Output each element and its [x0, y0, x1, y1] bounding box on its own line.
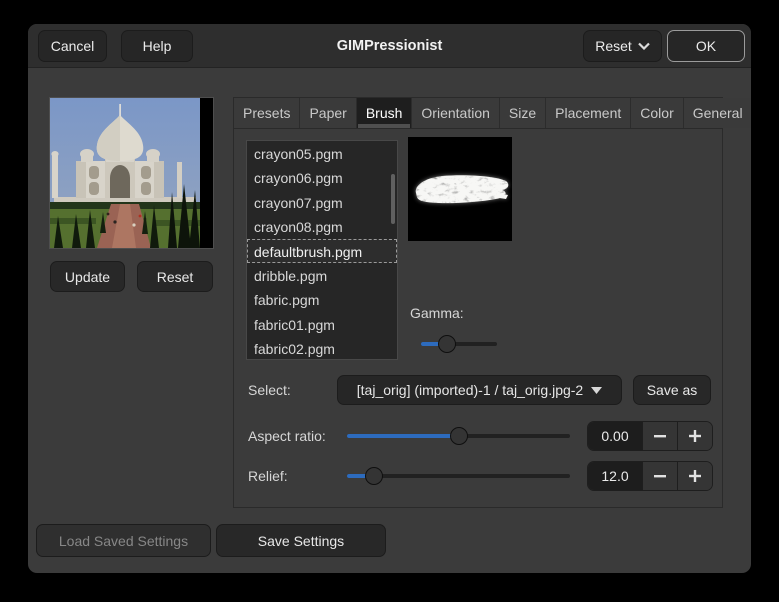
list-item[interactable]: crayon07.pgm: [247, 190, 397, 214]
tab-paper[interactable]: Paper: [300, 98, 357, 128]
tab-brush-label: Brush: [365, 105, 403, 121]
tab-bar: Presets Paper Brush Orientation Size Pla…: [234, 98, 751, 129]
ok-button[interactable]: OK: [667, 30, 745, 62]
dropdown-arrow-icon: [591, 386, 603, 394]
gamma-slider-handle[interactable]: [437, 335, 456, 353]
tab-presets[interactable]: Presets: [234, 98, 301, 128]
relief-slider[interactable]: [347, 467, 570, 485]
brush-stroke-preview: [408, 137, 512, 241]
gimpressionist-dialog: Cancel Help GIMPressionist Reset OK Upda…: [28, 24, 751, 573]
update-button[interactable]: Update: [50, 261, 125, 292]
select-label: Select:: [248, 382, 291, 398]
load-saved-settings-button: Load Saved Settings: [36, 524, 211, 557]
list-scrollbar-thumb[interactable]: [391, 174, 395, 224]
gamma-slider[interactable]: [421, 335, 497, 353]
save-as-button-label: Save as: [646, 382, 698, 398]
chevron-down-icon: [638, 42, 650, 50]
preview-reset-button-label: Reset: [156, 268, 194, 285]
list-item[interactable]: fabric02.pgm: [247, 336, 397, 359]
save-as-button[interactable]: Save as: [633, 375, 711, 405]
brush-source-dropdown-value: [taj_orig] (imported)-1 / taj_orig.jpg-2: [356, 382, 584, 398]
relief-label: Relief:: [248, 468, 288, 484]
reset-dropdown-button[interactable]: Reset: [583, 30, 662, 62]
save-settings-button[interactable]: Save Settings: [216, 524, 386, 557]
cancel-button[interactable]: Cancel: [38, 30, 107, 62]
tab-presets-label: Presets: [243, 105, 291, 121]
screen: { "titlebar": { "cancel": "Cancel", "hel…: [0, 0, 779, 602]
aspect-ratio-spinner: 0.00: [587, 421, 713, 451]
tab-size-label: Size: [508, 105, 537, 121]
plus-icon: [689, 430, 701, 442]
aspect-ratio-slider-handle[interactable]: [449, 427, 468, 445]
list-item[interactable]: dribble.pgm: [247, 263, 397, 287]
relief-value[interactable]: 12.0: [588, 462, 642, 490]
load-saved-settings-label: Load Saved Settings: [58, 532, 189, 549]
tab-color-label: Color: [640, 105, 674, 121]
list-item[interactable]: fabric.pgm: [247, 287, 397, 311]
tab-brush[interactable]: Brush: [356, 98, 413, 128]
gamma-label: Gamma:: [410, 305, 464, 321]
brush-source-dropdown[interactable]: [taj_orig] (imported)-1 / taj_orig.jpg-2: [337, 375, 622, 405]
tab-paper-label: Paper: [309, 105, 347, 121]
list-item[interactable]: fabric01.pgm: [247, 312, 397, 336]
list-item[interactable]: crayon08.pgm: [247, 214, 397, 238]
cancel-button-label: Cancel: [50, 38, 95, 54]
tab-placement[interactable]: Placement: [546, 98, 632, 128]
titlebar[interactable]: Cancel Help GIMPressionist Reset OK: [28, 24, 751, 68]
relief-spinner: 12.0: [587, 461, 713, 491]
list-item-selected[interactable]: defaultbrush.pgm: [247, 238, 397, 263]
taj-mahal-preview-image: [50, 98, 200, 248]
tab-color[interactable]: Color: [631, 98, 684, 128]
plus-icon: [689, 470, 701, 482]
relief-slider-handle[interactable]: [364, 467, 383, 485]
minus-icon: [654, 430, 666, 442]
aspect-ratio-increment-button[interactable]: [677, 422, 712, 450]
preview-reset-button[interactable]: Reset: [137, 261, 213, 292]
update-button-label: Update: [64, 268, 111, 285]
help-button[interactable]: Help: [121, 30, 193, 62]
minus-icon: [654, 470, 666, 482]
ok-button-label: OK: [695, 38, 717, 54]
brush-file-list[interactable]: crayon05.pgm crayon06.pgm crayon07.pgm c…: [246, 140, 398, 360]
aspect-ratio-label: Aspect ratio:: [248, 428, 326, 444]
relief-increment-button[interactable]: [677, 462, 712, 490]
tab-size[interactable]: Size: [499, 98, 547, 128]
tab-placement-label: Placement: [555, 105, 622, 121]
tab-orientation[interactable]: Orientation: [412, 98, 500, 128]
aspect-ratio-slider-fill: [347, 434, 459, 438]
tab-orientation-label: Orientation: [421, 105, 490, 121]
relief-decrement-button[interactable]: [642, 462, 677, 490]
aspect-ratio-value[interactable]: 0.00: [588, 422, 642, 450]
aspect-ratio-slider[interactable]: [347, 427, 570, 445]
aspect-ratio-decrement-button[interactable]: [642, 422, 677, 450]
tab-general-label: General: [692, 105, 743, 121]
tab-general[interactable]: General: [683, 98, 751, 128]
reset-button-label: Reset: [595, 38, 632, 54]
help-button-label: Help: [142, 38, 172, 54]
list-item[interactable]: crayon05.pgm: [247, 141, 397, 165]
image-preview[interactable]: [49, 97, 214, 249]
save-settings-label: Save Settings: [257, 532, 345, 549]
brush-stroke-image: [408, 137, 512, 241]
list-item[interactable]: crayon06.pgm: [247, 165, 397, 189]
